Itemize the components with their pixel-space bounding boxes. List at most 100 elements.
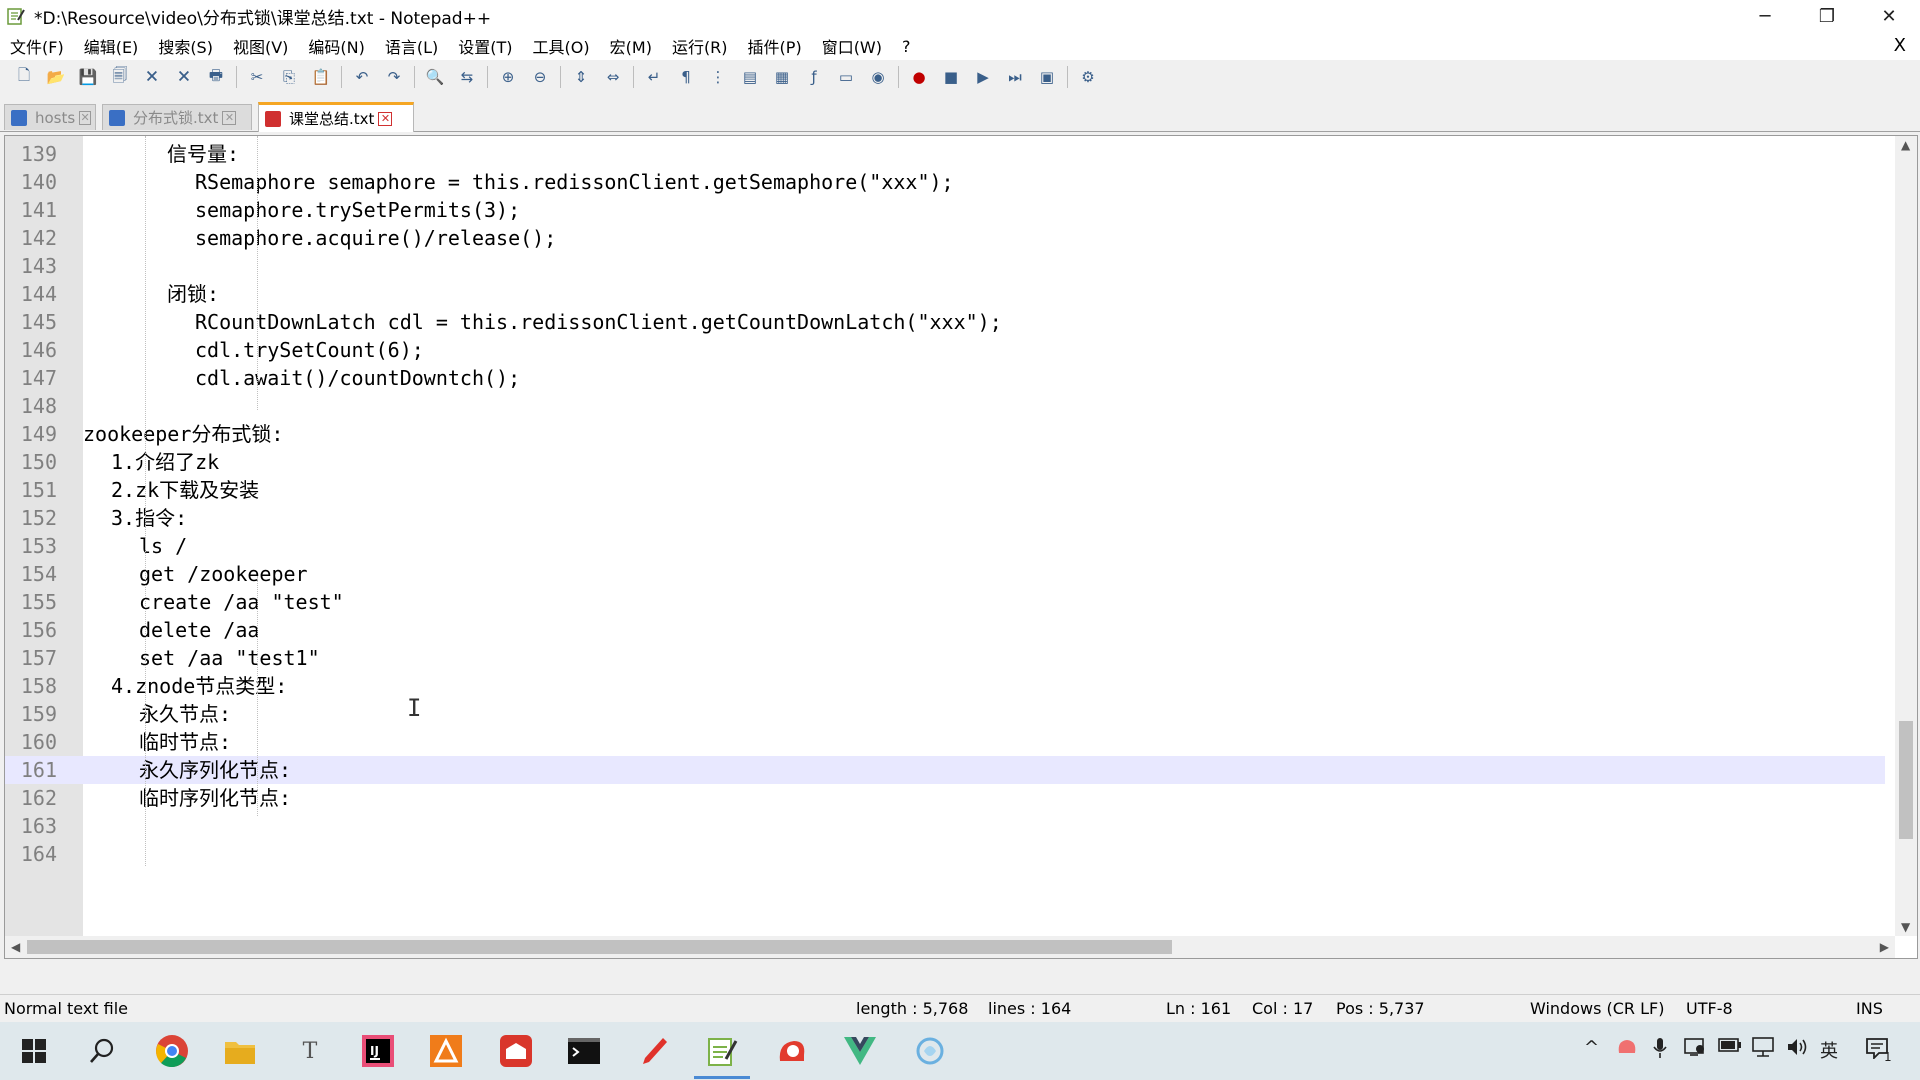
undo-icon[interactable]: ↶ [351, 66, 373, 88]
folder-workspace-icon[interactable]: ▭ [835, 66, 857, 88]
terminal-icon[interactable] [564, 1031, 604, 1071]
code-line[interactable]: 145 RCountDownLatch cdl = this.redissonCl… [5, 308, 1885, 336]
paste-icon[interactable]: 📋 [310, 66, 332, 88]
tab-close-icon[interactable]: ✕ [222, 110, 237, 125]
tab-class-summary[interactable]: 课堂总结.txt ✕ [258, 102, 414, 132]
close-all-icon[interactable]: 🗙 [173, 66, 195, 88]
code-line[interactable]: 140 RSemaphore semaphore = this.redissonC… [5, 168, 1885, 196]
close-icon[interactable]: 🗙 [141, 66, 163, 88]
tray-overflow-chevron[interactable]: ^ [1584, 1037, 1599, 1058]
close-window-button[interactable]: ✕ [1858, 0, 1920, 32]
code-line[interactable]: 139 信号量: [5, 140, 1885, 168]
office-icon[interactable] [426, 1031, 466, 1071]
vuejs-icon[interactable] [840, 1031, 880, 1071]
code-line[interactable]: 158 4.znode节点类型: [5, 672, 1885, 700]
stop-macro-icon[interactable]: ■ [940, 66, 962, 88]
maximize-button[interactable]: ❐ [1796, 0, 1858, 32]
sync-vertical-icon[interactable]: ⇕ [570, 66, 592, 88]
tab-distributed-lock[interactable]: 分布式锁.txt ✕ [102, 104, 252, 130]
zoom-in-icon[interactable]: ⊕ [497, 66, 519, 88]
menu-macro[interactable]: 宏(M) [600, 34, 662, 58]
menu-settings[interactable]: 设置(T) [448, 34, 522, 58]
code-line[interactable]: 153 ls / [5, 532, 1885, 560]
sync-horizontal-icon[interactable]: ⇔ [602, 66, 624, 88]
code-line[interactable]: 146 cdl.trySetCount(6); [5, 336, 1885, 364]
menu-language[interactable]: 语言(L) [375, 34, 448, 58]
vertical-scrollbar[interactable]: ▲ ▼ [1895, 136, 1917, 936]
menu-plugins[interactable]: 插件(P) [738, 34, 812, 58]
scroll-left-arrow-icon[interactable]: ◀ [11, 940, 20, 954]
horizontal-scrollbar[interactable]: ◀ ▶ [5, 936, 1895, 958]
code-line[interactable]: 147 cdl.await()/countDowntch(); [5, 364, 1885, 392]
microphone-icon[interactable] [1652, 1037, 1668, 1064]
scroll-right-arrow-icon[interactable]: ▶ [1880, 940, 1889, 954]
status-encoding[interactable]: UTF-8 [1686, 999, 1733, 1018]
typora-icon[interactable]: T [290, 1031, 330, 1071]
code-line[interactable]: 156 delete /aa [5, 616, 1885, 644]
scroll-down-arrow-icon[interactable]: ▼ [1901, 920, 1910, 934]
code-line[interactable]: 164 [5, 840, 1885, 868]
code-line[interactable]: 159 永久节点: [5, 700, 1885, 728]
tab-hosts[interactable]: hosts ✕ [4, 104, 96, 130]
pen-icon[interactable] [634, 1031, 674, 1071]
feather-icon[interactable] [910, 1031, 950, 1071]
run-macro-multiple-icon[interactable]: ⏭ [1004, 66, 1026, 88]
ime-indicator[interactable]: 英 [1820, 1037, 1838, 1063]
foxmail-icon[interactable] [496, 1031, 536, 1071]
new-file-icon[interactable]: 🗋 [13, 66, 35, 88]
code-line[interactable]: 150 1.介绍了zk [5, 448, 1885, 476]
indent-guide-icon[interactable]: ⋮ [707, 66, 729, 88]
find-icon[interactable]: 🔍 [424, 66, 446, 88]
menu-run[interactable]: 运行(R) [662, 34, 738, 58]
plugin-icon[interactable]: ⚙ [1077, 66, 1099, 88]
menu-file[interactable]: 文件(F) [0, 34, 74, 58]
code-line[interactable]: 154 get /zookeeper [5, 560, 1885, 588]
code-line[interactable]: 160 临时节点: [5, 728, 1885, 756]
zoom-out-icon[interactable]: ⊖ [529, 66, 551, 88]
save-icon[interactable]: 💾 [77, 66, 99, 88]
redo-icon[interactable]: ↷ [383, 66, 405, 88]
code-line[interactable]: 142 semaphore.acquire()/release(); [5, 224, 1885, 252]
print-icon[interactable]: 🖶 [205, 66, 227, 88]
editor-area[interactable]: 139 信号量: 140 RSemaphore semaphore = this.re… [4, 135, 1918, 959]
battery-icon[interactable] [1718, 1037, 1742, 1058]
tab-close-icon[interactable]: ✕ [79, 110, 91, 125]
code-line[interactable]: 152 3.指令: [5, 504, 1885, 532]
code-line[interactable]: 161 永久序列化节点: [5, 756, 1885, 784]
menu-view[interactable]: 视图(V) [223, 34, 298, 58]
copy-icon[interactable]: ⎘ [278, 66, 300, 88]
menu-help[interactable]: ? [892, 37, 921, 56]
udl-icon[interactable]: ▤ [739, 66, 761, 88]
code-line[interactable]: 163 [5, 812, 1885, 840]
status-eol[interactable]: Windows (CR LF) [1530, 999, 1664, 1018]
code-line[interactable]: 155 create /aa "test" [5, 588, 1885, 616]
vertical-scroll-thumb[interactable] [1899, 721, 1913, 839]
scroll-up-arrow-icon[interactable]: ▲ [1901, 138, 1910, 152]
horizontal-scroll-thumb[interactable] [27, 940, 1172, 954]
menu-edit[interactable]: 编辑(E) [74, 34, 149, 58]
intellij-icon[interactable]: IJ [358, 1031, 398, 1071]
play-macro-icon[interactable]: ▶ [972, 66, 994, 88]
code-line[interactable]: 157 set /aa "test1" [5, 644, 1885, 672]
code-line[interactable]: 143 [5, 252, 1885, 280]
show-all-chars-icon[interactable]: ¶ [675, 66, 697, 88]
wired-network-icon[interactable] [1752, 1037, 1774, 1062]
search-icon[interactable] [82, 1031, 122, 1071]
replace-icon[interactable]: ⇆ [456, 66, 478, 88]
record-macro-icon[interactable]: ● [908, 66, 930, 88]
menu-encoding[interactable]: 编码(N) [298, 34, 374, 58]
word-wrap-icon[interactable]: ↵ [643, 66, 665, 88]
notepadpp-icon[interactable] [702, 1031, 742, 1071]
network-settings-icon[interactable] [1684, 1037, 1706, 1062]
tray-app-icon[interactable] [1616, 1037, 1638, 1062]
code-line[interactable]: 144 闭锁: [5, 280, 1885, 308]
doc-map-icon[interactable]: ▦ [771, 66, 793, 88]
snail-icon[interactable] [772, 1031, 812, 1071]
function-list-icon[interactable]: ƒ [803, 66, 825, 88]
monitor-icon[interactable]: ◉ [867, 66, 889, 88]
volume-icon[interactable] [1786, 1037, 1808, 1062]
code-line[interactable]: 162 临时序列化节点: [5, 784, 1885, 812]
code-line[interactable]: 151 2.zk下载及安装 [5, 476, 1885, 504]
code-line[interactable]: 149 zookeeper分布式锁: [5, 420, 1885, 448]
tab-close-icon[interactable]: ✕ [378, 111, 393, 126]
